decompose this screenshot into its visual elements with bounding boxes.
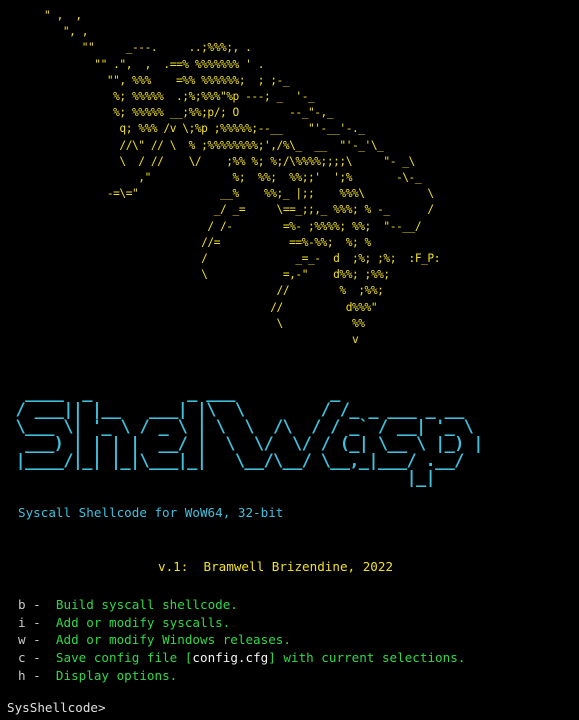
menu-item-syscalls: i - Add or modify syscalls. xyxy=(18,614,465,632)
menu-key: w - xyxy=(18,632,56,648)
shellwasp-ascii-logo: ____ _ _ ___ _ / ___|| |__ ___| |\ \ / /… xyxy=(15,383,484,488)
terminal-window: " , , ", , "" _---. ..;%%%;, . "" .", , … xyxy=(0,0,579,720)
menu-key: i - xyxy=(18,614,56,630)
wasp-ascii-art: " , , ", , "" _---. ..;%%%;, . "" .", , … xyxy=(43,9,440,347)
menu-item-save-config: c - Save config file [config.cfg] with c… xyxy=(18,649,465,667)
command-prompt[interactable]: SysShellcode> xyxy=(7,700,113,715)
subtitle-text: Syscall Shellcode for WoW64, 32-bit xyxy=(18,505,284,520)
menu-item-build: b - Build syscall shellcode. xyxy=(18,596,465,614)
menu-item-display-options: h - Display options. xyxy=(18,667,465,685)
config-filename: config.cfg xyxy=(192,650,269,666)
menu-label: Add or modify syscalls. xyxy=(55,614,231,630)
menu-label: ] with current selections. xyxy=(268,650,466,666)
menu-item-windows-releases: w - Add or modify Windows releases. xyxy=(18,631,465,649)
options-menu: b - Build syscall shellcode. i - Add or … xyxy=(18,596,465,684)
menu-label: Save config file [ xyxy=(55,650,193,666)
menu-label: Build syscall shellcode. xyxy=(55,597,238,612)
version-author-text: v.1: Bramwell Brizendine, 2022 xyxy=(158,559,394,574)
menu-label: Add or modify Windows releases. xyxy=(55,632,291,648)
prompt-text: SysShellcode> xyxy=(7,700,106,715)
menu-key: h - xyxy=(18,667,56,683)
menu-key: c - xyxy=(18,650,56,666)
menu-label: Display options. xyxy=(55,667,178,683)
menu-key: b - xyxy=(18,597,56,612)
text-cursor[interactable] xyxy=(106,701,113,714)
